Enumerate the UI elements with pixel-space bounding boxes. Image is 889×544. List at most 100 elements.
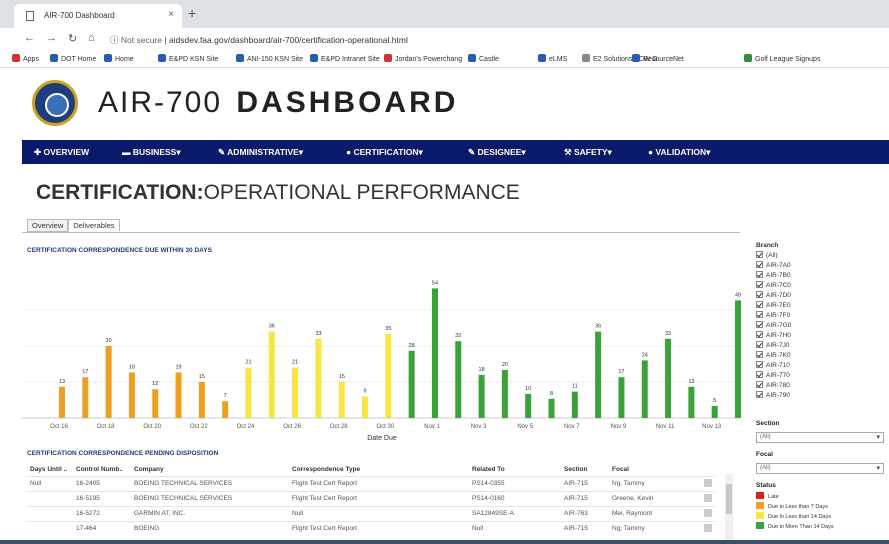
nav-item-administrative[interactable]: ✎ ADMINISTRATIVE▾ xyxy=(218,147,303,158)
branch-option[interactable]: AIR-780 xyxy=(756,381,886,391)
url-field[interactable]: ⓘ Not secure | aidsdev.faa.gov/dashboard… xyxy=(110,31,850,47)
checkbox-icon[interactable] xyxy=(756,391,763,398)
checkbox-icon[interactable] xyxy=(756,271,763,278)
checkbox-icon[interactable] xyxy=(756,291,763,298)
branch-option[interactable]: AIR-7E0 xyxy=(756,301,886,311)
section-select[interactable]: (All) xyxy=(756,432,884,443)
bar[interactable] xyxy=(152,389,159,418)
bar[interactable] xyxy=(711,406,718,418)
nav-item-overview[interactable]: ✚ OVERVIEW xyxy=(34,147,89,158)
column-header[interactable]: Company xyxy=(131,464,289,476)
new-tab-button[interactable]: + xyxy=(188,5,196,21)
bar[interactable] xyxy=(245,367,252,418)
bookmark-11[interactable]: Golf League Signups xyxy=(744,54,820,63)
bar[interactable] xyxy=(595,331,602,418)
browser-tab[interactable]: AIR-700 Dashboard × xyxy=(14,4,182,28)
column-header[interactable]: Related To xyxy=(469,464,561,476)
bar[interactable] xyxy=(338,382,345,418)
nav-item-safety[interactable]: ⚒ SAFETY▾ xyxy=(564,147,612,158)
checkbox-icon[interactable] xyxy=(756,381,763,388)
bar[interactable] xyxy=(59,386,65,418)
column-header[interactable]: Section xyxy=(561,464,609,476)
bar[interactable] xyxy=(501,370,508,418)
row-action-icon[interactable] xyxy=(704,493,712,502)
column-header[interactable]: Days Until .. xyxy=(27,464,73,476)
bar[interactable] xyxy=(82,377,89,418)
bar[interactable] xyxy=(571,391,578,418)
bar[interactable] xyxy=(408,350,415,418)
bar[interactable] xyxy=(175,372,182,418)
branch-option[interactable]: AIR-7K0 xyxy=(756,351,886,361)
checkbox-icon[interactable] xyxy=(756,351,763,358)
bar[interactable] xyxy=(735,300,741,418)
bookmark-6[interactable]: Jordan's Powerchang xyxy=(384,54,462,63)
nav-item-business[interactable]: ▬ BUSINESS▾ xyxy=(122,147,181,158)
checkbox-icon[interactable] xyxy=(756,371,763,378)
bookmark-2[interactable]: Home xyxy=(104,54,134,63)
bar[interactable] xyxy=(292,367,299,418)
table-row[interactable]: 16-5272 GARMIN AT, INC. Null SA12849SE-A AIR… xyxy=(27,505,715,521)
bookmark-10[interactable]: ResourceNet xyxy=(632,54,684,63)
tab-deliverables[interactable]: Deliverables xyxy=(68,219,120,232)
bookmark-3[interactable]: E&PD KSN Site xyxy=(158,54,218,63)
branch-option[interactable]: AIR-7H0 xyxy=(756,331,886,341)
branch-option[interactable]: AIR-7B0 xyxy=(756,271,886,281)
table-row[interactable]: 16-5195 BOEING TECHNICAL SERVICES Flight T… xyxy=(27,490,715,506)
branch-option[interactable]: AIR-7F0 xyxy=(756,311,886,321)
branch-option[interactable]: AIR-770 xyxy=(756,371,886,381)
bookmark-4[interactable]: ANI-150 KSN Site xyxy=(236,54,303,63)
bookmark-5[interactable]: E&PD Intranet Site xyxy=(310,54,380,63)
close-tab-icon[interactable]: × xyxy=(168,9,174,20)
bookmark-7[interactable]: Castle xyxy=(468,54,499,63)
focal-select[interactable]: (All) xyxy=(756,463,884,474)
checkbox-icon[interactable] xyxy=(756,361,763,368)
reload-icon[interactable]: ↻ xyxy=(68,32,77,45)
branch-option[interactable]: AIR-7A0 xyxy=(756,261,886,271)
branch-option[interactable]: AIR-790 xyxy=(756,391,886,401)
bookmark-1[interactable]: DOT Home xyxy=(50,54,96,63)
checkbox-icon[interactable] xyxy=(756,261,763,268)
checkbox-icon[interactable] xyxy=(756,281,763,288)
bar[interactable] xyxy=(105,346,112,418)
row-action-icon[interactable] xyxy=(704,508,712,517)
bar[interactable] xyxy=(385,334,392,418)
bar[interactable] xyxy=(455,341,462,418)
back-icon[interactable]: ← xyxy=(24,32,35,44)
row-action-icon[interactable] xyxy=(704,523,712,532)
bar[interactable] xyxy=(431,288,438,418)
table-row[interactable]: Null 16-2405 BOEING TECHNICAL SERVICES Flig… xyxy=(27,475,715,491)
bar[interactable] xyxy=(198,382,205,418)
branch-option[interactable]: AIR-7G0 xyxy=(756,321,886,331)
column-header[interactable]: Correspondence Type xyxy=(289,464,469,476)
bar[interactable] xyxy=(128,372,135,418)
bar[interactable] xyxy=(315,338,322,418)
scroll-thumb[interactable] xyxy=(726,484,732,514)
branch-option[interactable]: AIR-7C0 xyxy=(756,281,886,291)
bar[interactable] xyxy=(618,377,625,418)
checkbox-icon[interactable] xyxy=(756,341,763,348)
bar[interactable] xyxy=(478,374,485,418)
nav-item-certification[interactable]: ● CERTIFICATION▾ xyxy=(346,147,423,158)
bar[interactable] xyxy=(525,394,532,418)
column-header[interactable]: Focal xyxy=(609,464,701,476)
branch-option[interactable]: AIR-7J0 xyxy=(756,341,886,351)
bookmark-8[interactable]: eLMS xyxy=(538,54,567,63)
checkbox-icon[interactable] xyxy=(756,301,763,308)
nav-item-validation[interactable]: ● VALIDATION▾ xyxy=(648,147,710,158)
bar[interactable] xyxy=(548,398,555,418)
bar[interactable] xyxy=(641,360,648,418)
checkbox-icon[interactable] xyxy=(756,331,763,338)
branch-option[interactable]: (All) xyxy=(756,251,886,261)
branch-option[interactable]: AIR-710 xyxy=(756,361,886,371)
checkbox-icon[interactable] xyxy=(756,251,763,258)
home-icon[interactable]: ⌂ xyxy=(88,32,95,44)
bar[interactable] xyxy=(362,396,369,418)
bookmark-0[interactable]: Apps xyxy=(12,54,39,63)
table-scrollbar[interactable] xyxy=(725,474,733,540)
bar[interactable] xyxy=(268,331,275,418)
bar[interactable] xyxy=(688,386,695,418)
checkbox-icon[interactable] xyxy=(756,321,763,328)
checkbox-icon[interactable] xyxy=(756,311,763,318)
bar[interactable] xyxy=(222,401,229,418)
column-header[interactable]: Control Numb.. xyxy=(73,464,131,476)
